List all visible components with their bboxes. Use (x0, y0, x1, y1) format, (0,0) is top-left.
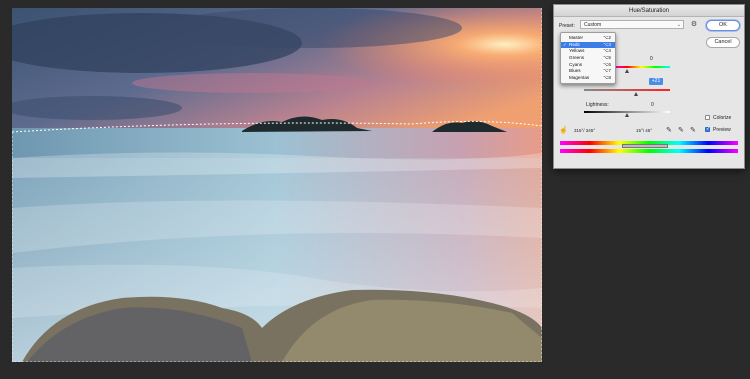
hue-slider-thumb[interactable] (625, 69, 629, 73)
preset-select[interactable]: Custom ⌄ (580, 20, 684, 29)
menu-item-shortcut: ⌥4 (603, 48, 611, 54)
menu-item-label: Cyans (569, 61, 583, 67)
menu-item-label: Yellows (569, 48, 585, 54)
menu-item-label: Magentas (569, 75, 590, 81)
menu-item-greens[interactable]: Greens ⌥5 (561, 55, 615, 62)
output-spectrum-bar (560, 149, 738, 153)
menu-item-magentas[interactable]: Magentas ⌥8 (561, 75, 615, 82)
menu-item-shortcut: ⌥7 (603, 68, 611, 74)
colorize-checkbox[interactable] (705, 115, 710, 120)
menu-item-yellows[interactable]: Yellows ⌥4 (561, 48, 615, 55)
preset-label: Preset: (559, 23, 575, 29)
saturation-value[interactable]: +21 (649, 78, 663, 85)
range-selector[interactable] (622, 144, 668, 148)
preview-label: Preview (713, 127, 731, 133)
preset-value: Custom (584, 22, 602, 28)
range-right: 15°\ 45° (636, 128, 653, 133)
menu-item-shortcut: ⌥2 (603, 35, 611, 40)
eyedropper-icon[interactable]: ✎ (666, 126, 672, 134)
preview-checkbox[interactable] (705, 126, 710, 132)
channel-menu[interactable]: Master ⌥2 ✓ Reds ⌥3 Yellows ⌥4 Greens ⌥5 Cyans ⌥6 B… (560, 32, 616, 84)
landscape-photo (12, 8, 542, 362)
image-canvas[interactable] (12, 8, 542, 362)
menu-item-cyans[interactable]: Cyans ⌥6 (561, 62, 615, 69)
menu-item-label: Blues (569, 68, 581, 74)
colorize-label: Colorize (713, 115, 732, 121)
saturation-slider-thumb[interactable] (634, 92, 638, 96)
menu-item-shortcut: ⌥3 (603, 41, 611, 47)
menu-item-label: Greens (569, 55, 585, 61)
menu-item-shortcut: ⌥5 (603, 55, 611, 61)
lightness-value[interactable]: 0 (651, 102, 654, 108)
saturation-slider[interactable] (584, 89, 670, 91)
menu-item-reds[interactable]: ✓ Reds ⌥3 (561, 41, 615, 49)
menu-item-master[interactable]: Master ⌥2 (561, 35, 615, 42)
hue-saturation-dialog: Hue/Saturation Preset: Custom ⌄ ⚙ OK Can… (553, 4, 745, 169)
eyedropper-subtract-icon[interactable]: ✎ (690, 126, 696, 134)
chevron-down-icon: ⌄ (676, 22, 681, 28)
ok-button[interactable]: OK (706, 20, 740, 31)
menu-item-shortcut: ⌥8 (603, 75, 611, 81)
lightness-label: Lightness: (586, 102, 609, 108)
range-left: 315°/ 345° (574, 128, 596, 133)
menu-item-label: Master (569, 35, 584, 40)
app-window: Hue/Saturation Preset: Custom ⌄ ⚙ OK Can… (0, 0, 750, 379)
gear-icon[interactable]: ⚙ (689, 20, 699, 29)
checkmark-icon: ✓ (563, 41, 567, 47)
lightness-slider-thumb[interactable] (625, 113, 629, 117)
menu-item-shortcut: ⌥6 (603, 61, 611, 67)
hue-value[interactable]: 0 (650, 56, 653, 62)
eyedropper-add-icon[interactable]: ✎ (678, 126, 684, 134)
dialog-title: Hue/Saturation (554, 5, 744, 17)
menu-item-label: Reds (569, 41, 580, 47)
targeted-adjustment-hand-icon[interactable]: ☝ (559, 126, 568, 134)
menu-item-blues[interactable]: Blues ⌥7 (561, 68, 615, 75)
cancel-button[interactable]: Cancel (706, 37, 740, 48)
